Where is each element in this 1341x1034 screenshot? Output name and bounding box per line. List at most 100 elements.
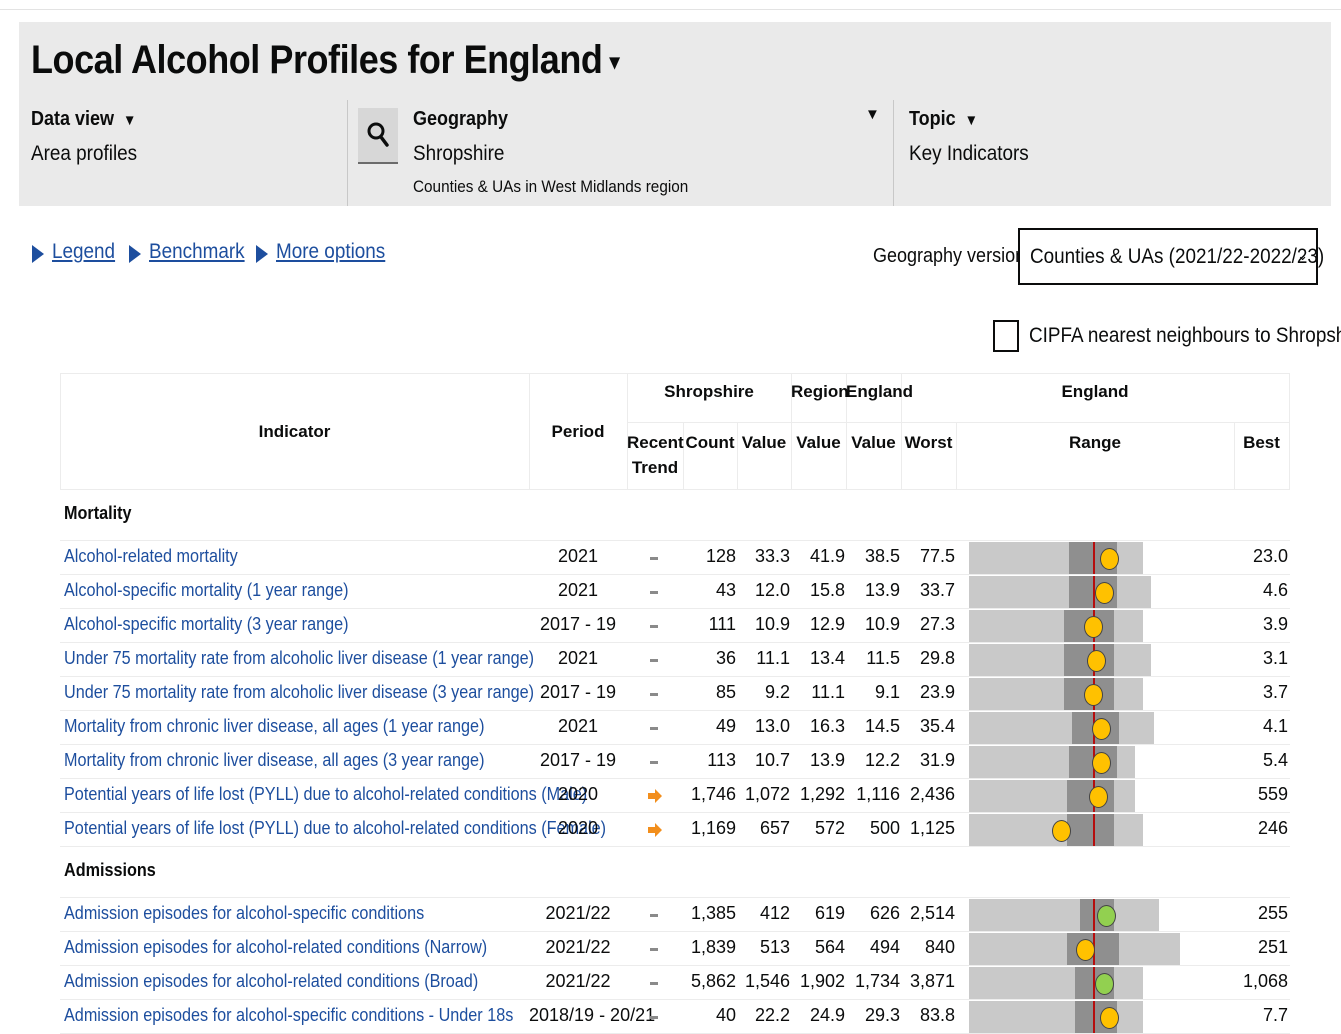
data-view-value: Area profiles [31, 142, 138, 165]
trend-dash-icon [650, 914, 658, 917]
england-value-marker [1093, 899, 1096, 932]
region-value-cell: 12.9 [809, 614, 845, 634]
benchmark-link[interactable]: Benchmark [149, 240, 245, 264]
data-view-caret-icon[interactable]: ▼ [123, 112, 136, 129]
value-cell: 33.3 [754, 546, 790, 566]
indicator-link[interactable]: Potential years of life lost (PYLL) due … [64, 784, 587, 805]
recent-trend-header: Recent Trend [627, 430, 684, 480]
header-divider [347, 100, 348, 206]
value-cell: 10.9 [754, 614, 790, 634]
benchmark-expand-icon[interactable] [129, 245, 141, 263]
topic-selector[interactable]: Topic ▼ [909, 108, 978, 131]
region-value-cell: 572 [814, 818, 845, 838]
trend-dash-icon [650, 591, 658, 594]
geography-area-type: Counties & UAs in West Midlands region [413, 177, 689, 196]
indicator-link[interactable]: Admission episodes for alcohol-specific … [64, 1005, 513, 1026]
count-cell: 1,839 [690, 937, 736, 957]
england-value-header: Value [851, 433, 896, 452]
geography-search-button[interactable] [358, 108, 398, 164]
range-bar [969, 814, 1233, 847]
data-view-label: Data view [31, 108, 115, 130]
region-value-cell: 13.4 [809, 648, 845, 668]
topic-label: Topic [909, 108, 956, 130]
range-light-segment [969, 712, 1154, 745]
table-row: Admission episodes for alcohol-specific … [60, 1000, 1290, 1034]
indicator-link[interactable]: Admission episodes for alcohol-specific … [64, 903, 424, 924]
cipfa-label[interactable]: CIPFA nearest neighbours to Shropshire [1029, 324, 1341, 348]
period-cell: 2021/22 [545, 971, 611, 991]
header-divider [627, 422, 1290, 423]
table-row: Alcohol-related mortality 2021 128 33.3 41.9… [60, 541, 1290, 575]
england-value-cell: 1,116 [856, 784, 900, 804]
trend-dash-icon [650, 982, 658, 985]
best-cell: 4.6 [1262, 580, 1288, 600]
recent-trend-header-line1: Recent [627, 433, 684, 452]
best-cell: 3.1 [1262, 648, 1288, 668]
indicator-link[interactable]: Mortality from chronic liver disease, al… [64, 750, 484, 771]
table-row: Mortality from chronic liver disease, al… [60, 745, 1290, 779]
worst-cell: 23.9 [919, 682, 955, 702]
worst-cell: 2,436 [909, 784, 955, 804]
england-value-cell: 626 [869, 903, 900, 923]
chevron-down-icon: ⌄ [1297, 248, 1308, 263]
profile-header: Local Alcohol Profiles for England ▾ Data… [19, 22, 1331, 206]
header-divider [893, 100, 894, 206]
table-row: Admission episodes for alcohol-specific … [60, 898, 1290, 932]
region-value-cell: 13.9 [809, 750, 845, 770]
count-cell: 111 [708, 614, 736, 634]
period-header: Period [551, 422, 605, 441]
row-divider [60, 846, 1290, 847]
area-value-marker [1094, 973, 1114, 995]
title-caret-icon[interactable]: ▾ [610, 49, 620, 74]
indicator-link[interactable]: Admission episodes for alcohol-related c… [64, 971, 478, 992]
best-cell: 3.9 [1262, 614, 1288, 634]
range-light-segment [969, 967, 1144, 1000]
indicator-link[interactable]: Mortality from chronic liver disease, al… [64, 716, 484, 737]
indicator-link[interactable]: Potential years of life lost (PYLL) due … [64, 818, 606, 839]
area-value-marker [1086, 650, 1106, 672]
indicator-link[interactable]: Under 75 mortality rate from alcoholic l… [64, 682, 534, 703]
value-cell: 22.2 [754, 1005, 790, 1025]
region-value-cell: 564 [814, 937, 845, 957]
period-cell: 2021 [557, 580, 599, 600]
legend-link[interactable]: Legend [52, 240, 115, 264]
trend-arrow-icon [648, 789, 662, 808]
count-cell: 1,169 [690, 818, 736, 838]
geography-version-label: Geography version [873, 245, 1026, 267]
data-view-selector[interactable]: Data view ▼ [31, 108, 136, 131]
value-cell: 1,546 [744, 971, 790, 991]
table-row: Potential years of life lost (PYLL) due … [60, 779, 1290, 813]
topic-caret-icon[interactable]: ▼ [965, 112, 978, 129]
value-cell: 657 [759, 818, 790, 838]
period-cell: 2021 [557, 648, 599, 668]
range-bar [969, 967, 1233, 1000]
area-value-marker [1094, 582, 1114, 604]
indicator-link[interactable]: Alcohol-specific mortality (1 year range… [64, 580, 349, 601]
geography-version-select[interactable]: Counties & UAs (2021/22-2022/23) ⌄ [1018, 228, 1324, 285]
worst-cell: 77.5 [919, 546, 955, 566]
best-cell: 251 [1257, 937, 1288, 957]
range-bar [969, 644, 1233, 677]
page-title-text: Local Alcohol Profiles for England [31, 38, 603, 82]
topic-value: Key Indicators [909, 142, 1029, 165]
worst-cell: 29.8 [919, 648, 955, 668]
best-cell: 255 [1257, 903, 1288, 923]
indicator-link[interactable]: Admission episodes for alcohol-related c… [64, 937, 487, 958]
count-cell: 49 [715, 716, 736, 736]
geography-dropdown-icon[interactable]: ▼ [865, 106, 880, 123]
page-title[interactable]: Local Alcohol Profiles for England ▾ [31, 38, 620, 83]
legend-expand-icon[interactable] [32, 245, 44, 263]
indicator-link[interactable]: Alcohol-specific mortality (3 year range… [64, 614, 349, 635]
table-row: Mortality from chronic liver disease, al… [60, 711, 1290, 745]
more-options-link[interactable]: More options [276, 240, 385, 264]
indicator-link[interactable]: Alcohol-related mortality [64, 546, 238, 567]
best-cell: 559 [1257, 784, 1288, 804]
region-value-header: Value [796, 433, 841, 452]
more-options-expand-icon[interactable] [256, 245, 268, 263]
indicator-link[interactable]: Under 75 mortality rate from alcoholic l… [64, 648, 534, 669]
geography-value[interactable]: Shropshire [413, 142, 504, 166]
range-light-segment [969, 576, 1152, 609]
period-cell: 2021 [557, 716, 599, 736]
range-bar [969, 746, 1233, 779]
cipfa-checkbox[interactable] [993, 320, 1019, 352]
